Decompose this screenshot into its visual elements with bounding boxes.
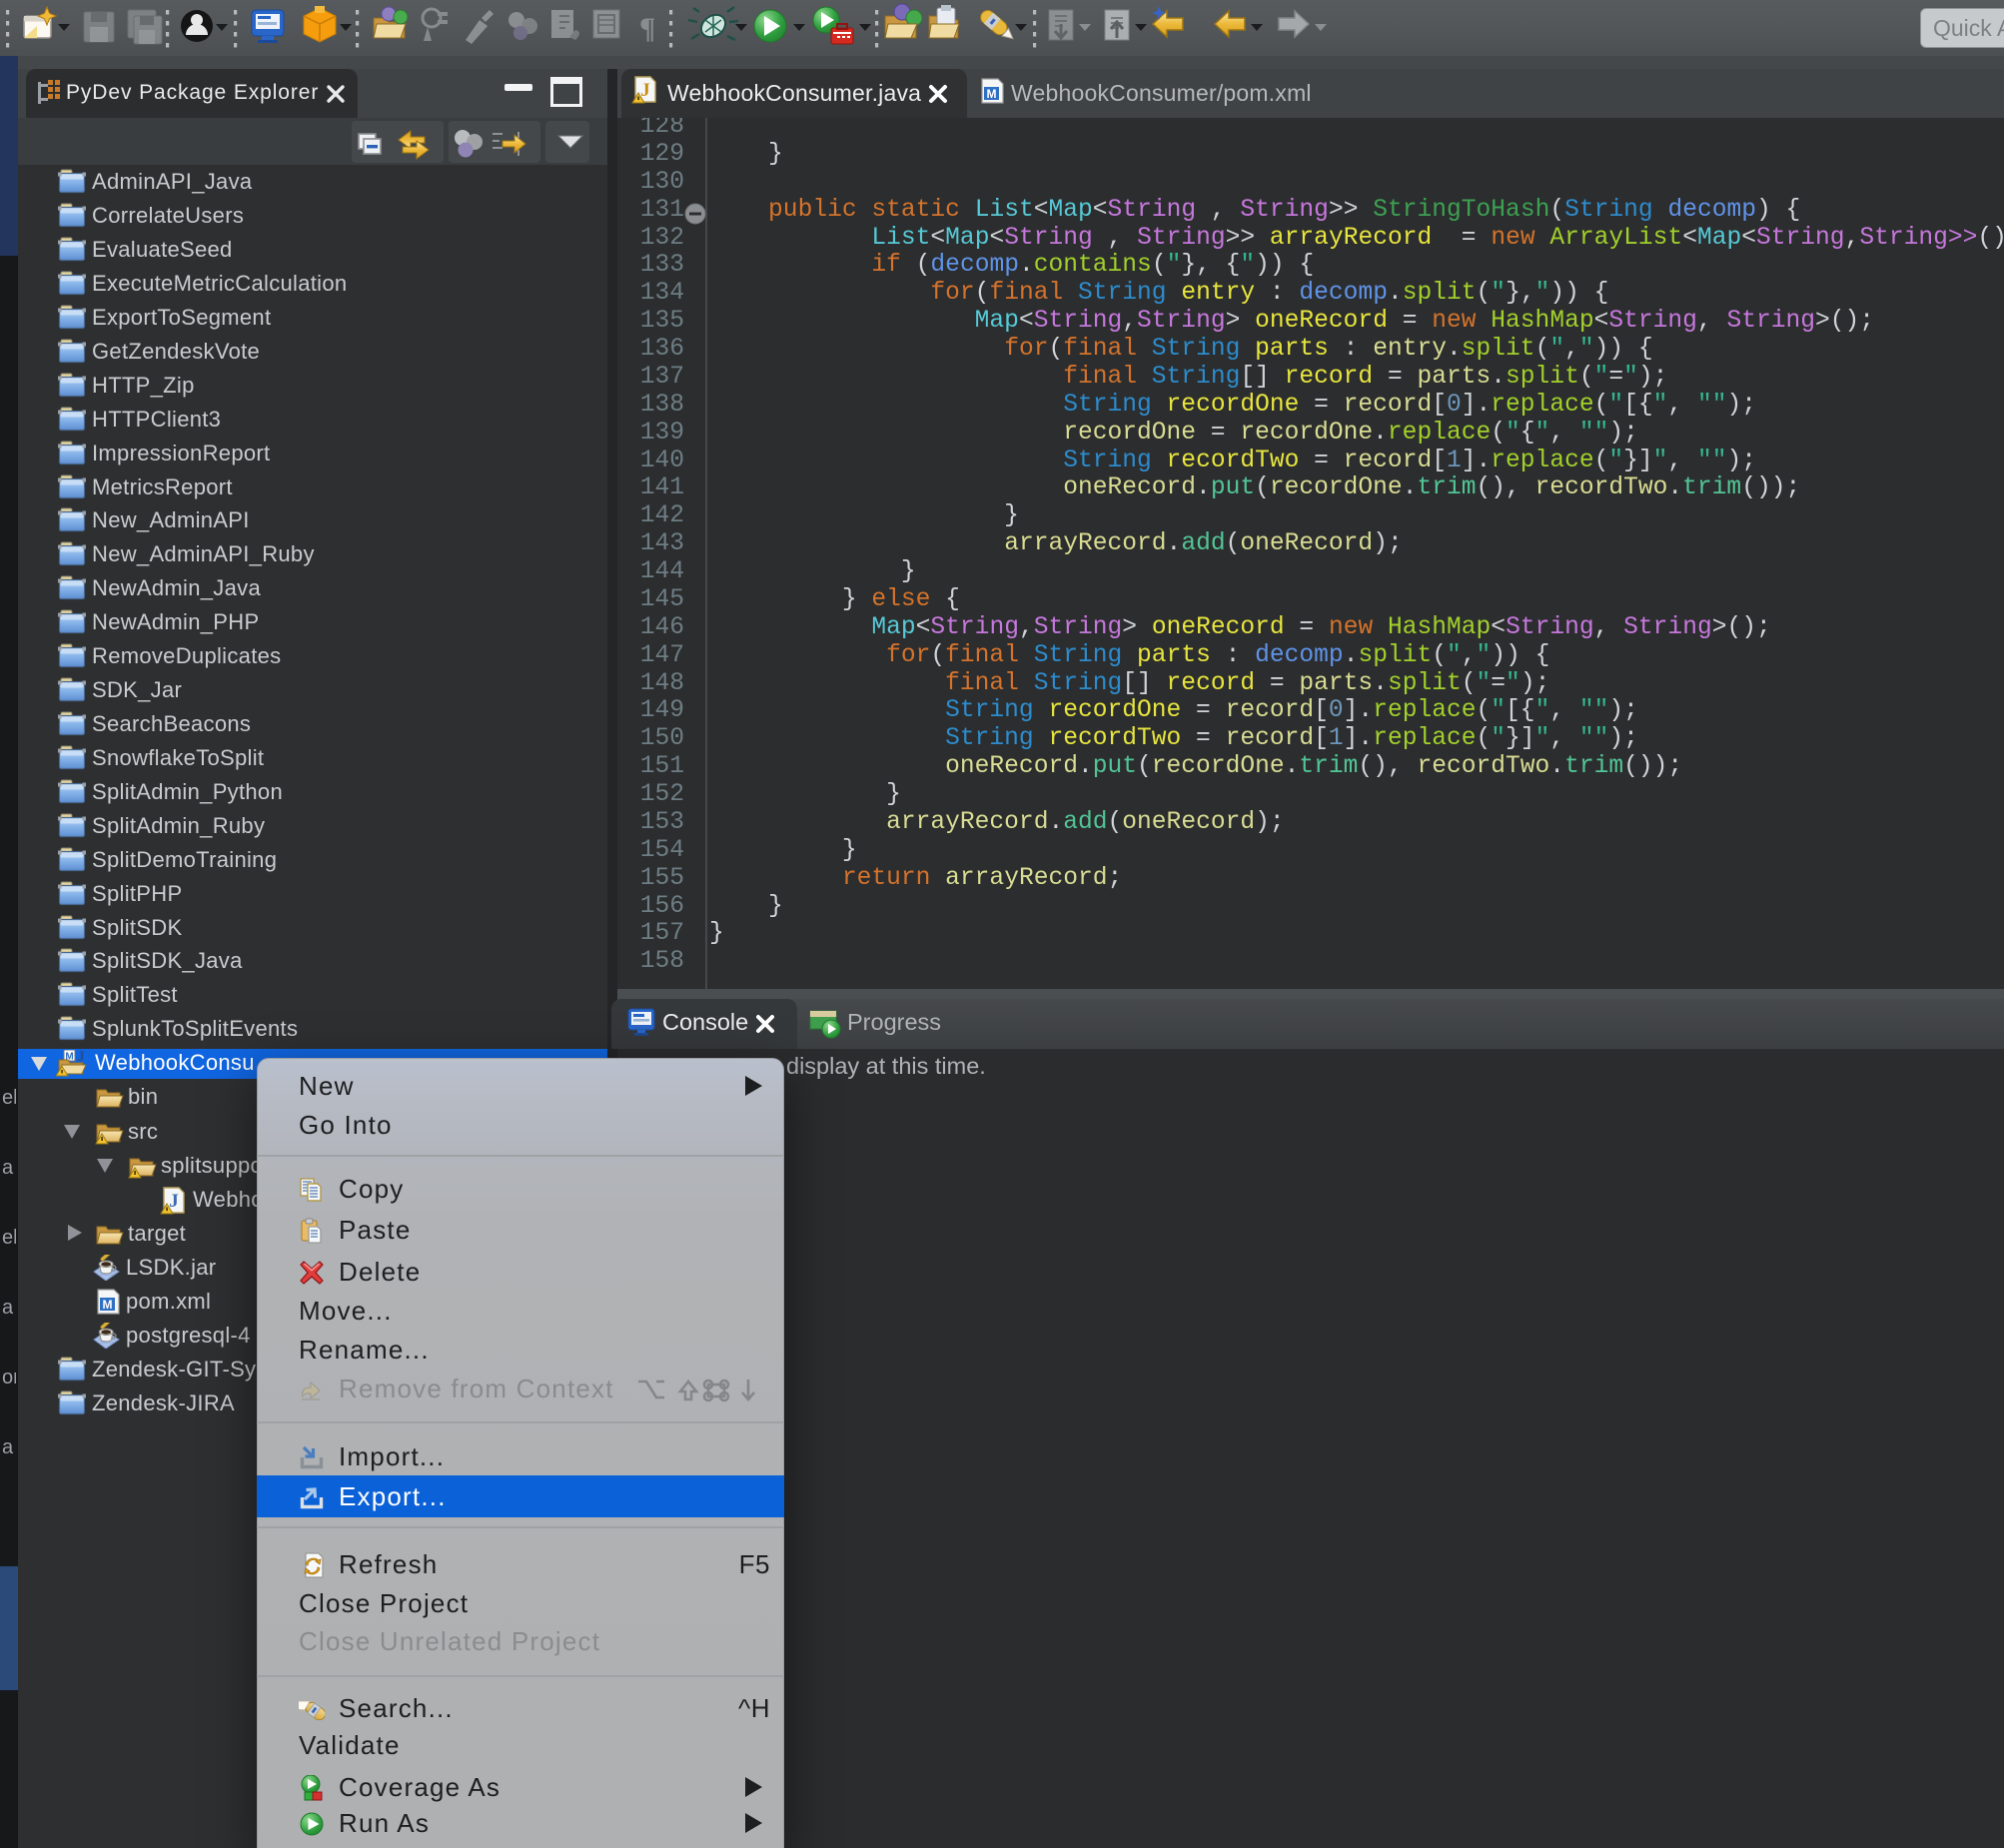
svg-text:J: J bbox=[640, 80, 650, 101]
svg-text:J: J bbox=[169, 1191, 179, 1212]
svg-text:¶: ¶ bbox=[639, 12, 655, 45]
svg-text:M: M bbox=[987, 87, 997, 101]
svg-text:M: M bbox=[103, 1298, 113, 1312]
